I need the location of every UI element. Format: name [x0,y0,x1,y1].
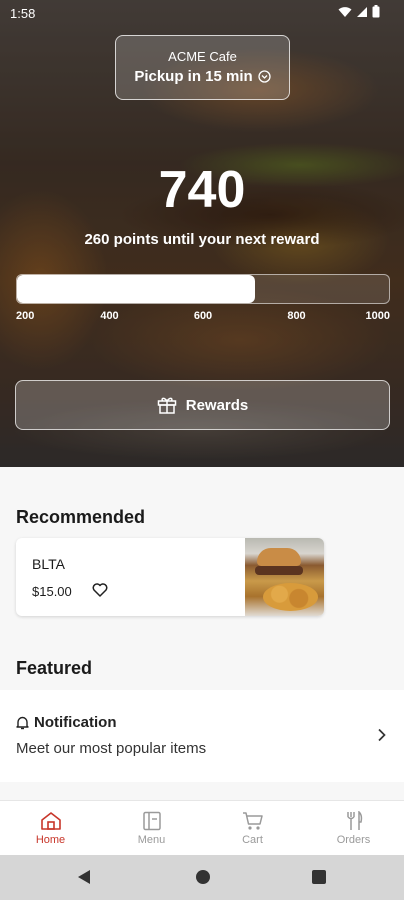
item-price: $15.00 [32,584,72,599]
home-icon [40,812,61,830]
nav-orders-label: Orders [336,834,371,846]
chevron-right-icon [378,728,386,742]
item-name: BLTA [32,556,65,572]
nav-menu[interactable]: Menu [101,801,202,855]
recommended-item-card[interactable]: BLTA $15.00 [16,538,324,616]
recommended-title: Recommended [16,507,146,527]
recents-icon[interactable] [312,870,326,884]
featured-item-title: Notification [16,714,117,731]
utensils-icon [346,811,362,830]
bottom-navigation: Home Menu Cart Orders [0,800,404,855]
progress-tick-label: 1000 [365,310,390,322]
rewards-button-label: Rewards [185,396,249,414]
menu-icon [142,811,161,831]
nav-cart[interactable]: Cart [202,801,303,855]
points-subtitle: 260 points until your next reward [84,231,320,248]
system-navigation-bar [0,855,404,900]
bell-icon [16,716,29,729]
gift-icon [157,397,176,414]
progress-tick-label: 800 [287,310,306,322]
progress-tick-label: 200 [16,310,35,322]
status-bar: 1:58 [0,0,404,26]
nav-home-label: Home [35,834,66,846]
nav-cart-label: Cart [242,834,263,846]
featured-item-title-text: Notification [34,714,117,731]
store-name: ACME Cafe [168,49,237,64]
chevron-down-circle-icon [258,70,271,83]
featured-item-description: Meet our most popular items [16,740,207,757]
featured-title: Featured [16,658,93,678]
heart-icon[interactable] [92,583,108,597]
cart-icon [242,812,263,830]
nav-orders[interactable]: Orders [303,801,404,855]
signal-icon [357,6,367,17]
pickup-label: Pickup in 15 min [134,68,253,85]
points-progress-fill [17,275,256,303]
nav-home[interactable]: Home [0,801,101,855]
points-value: 740 [158,161,246,219]
status-time: 1:58 [10,6,36,21]
store-pickup-selector[interactable]: ACME Cafe Pickup in 15 min [115,35,290,100]
featured-item-row[interactable]: Notification Meet our most popular items [0,690,404,782]
home-circle-icon[interactable] [196,870,210,884]
battery-icon [372,5,380,18]
rewards-button[interactable]: Rewards [15,380,390,430]
item-image [245,538,324,616]
pickup-time: Pickup in 15 min [116,68,289,85]
status-icons [338,5,380,18]
wifi-icon [338,6,352,17]
points-progress-bar [16,274,390,304]
progress-tick-label: 400 [100,310,119,322]
progress-tick-labels: 200 400 600 800 1000 [16,310,390,326]
progress-tick-label: 600 [193,310,213,322]
nav-menu-label: Menu [137,834,166,846]
back-icon[interactable] [77,869,91,885]
